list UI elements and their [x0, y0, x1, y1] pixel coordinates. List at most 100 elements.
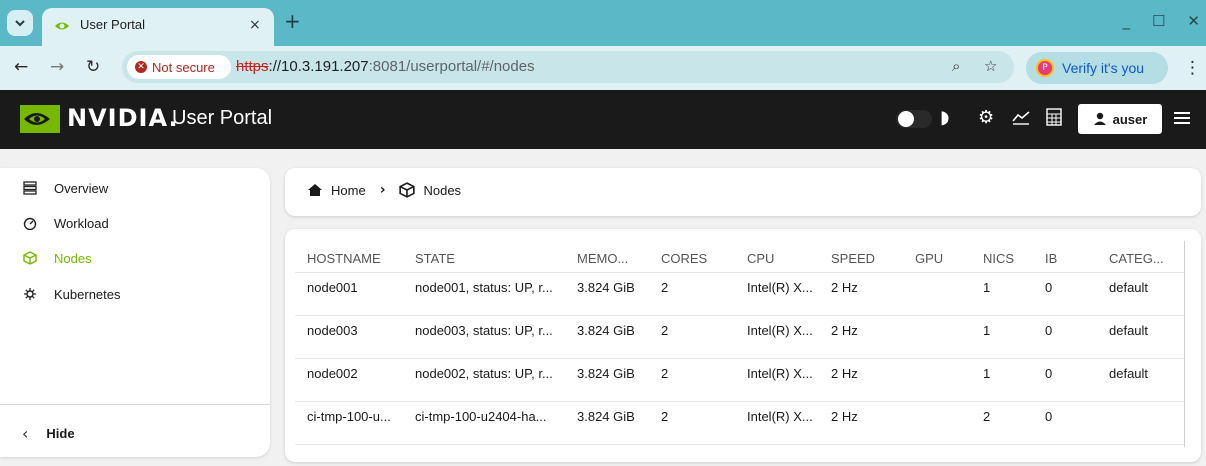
security-label: Not secure — [152, 59, 215, 75]
cell-state: node002, status: UP, r... — [415, 366, 553, 381]
column-header-cores[interactable]: CORES — [661, 251, 707, 266]
cell-speed: 2 Hz — [831, 409, 858, 424]
column-header-hostname[interactable]: HOSTNAME — [307, 251, 381, 266]
reload-icon[interactable]: ↻ — [86, 58, 100, 76]
sidebar-item-kubernetes[interactable]: Kubernetes — [22, 284, 121, 304]
cell-cpu: Intel(R) X... — [747, 409, 813, 424]
column-header-ib[interactable]: IB — [1045, 251, 1057, 266]
sidebar-item-workload[interactable]: Workload — [22, 213, 109, 233]
url-text[interactable]: https://10.3.191.207:8081/userportal/#/n… — [236, 58, 535, 75]
cell-cpu: Intel(R) X... — [747, 280, 813, 295]
cell-speed: 2 Hz — [831, 366, 858, 381]
cell-nics: 1 — [983, 280, 991, 295]
cell-speed: 2 Hz — [831, 280, 858, 295]
chevron-right-icon: › — [379, 182, 386, 198]
close-window-icon[interactable]: ✕ — [1187, 12, 1200, 30]
moon-icon: ◗ — [940, 107, 950, 128]
cell-nics: 1 — [983, 323, 991, 338]
sidebar-item-label: Nodes — [54, 250, 92, 266]
cell-nics: 1 — [983, 366, 991, 381]
monitoring-chart-icon[interactable] — [1012, 108, 1030, 131]
cell-category: default — [1109, 280, 1149, 295]
column-header-nics[interactable]: NICS — [983, 251, 1014, 266]
cell-category: default — [1109, 323, 1149, 338]
tab-close-icon[interactable]: × — [249, 17, 261, 33]
sidebar: Overview Workload Nodes Kubernetes ‹ Hid… — [0, 168, 270, 457]
sidebar-item-nodes[interactable]: Nodes — [22, 248, 92, 268]
home-icon[interactable] — [307, 183, 323, 197]
cell-hostname: ci-tmp-100-u... — [307, 409, 391, 424]
breadcrumb-current: Nodes — [423, 182, 462, 198]
tab-search-button[interactable] — [7, 10, 33, 36]
table-header-row: HOSTNAME STATE MEMO... CORES CPU SPEED G… — [295, 241, 1185, 273]
table-row[interactable]: ci-tmp-100-u... ci-tmp-100-u2404-ha... 3… — [295, 402, 1185, 445]
tab-title: User Portal — [80, 17, 146, 32]
nodes-table: HOSTNAME STATE MEMO... CORES CPU SPEED G… — [295, 241, 1185, 445]
kubernetes-icon — [22, 286, 38, 302]
chevron-left-icon: ‹ — [22, 424, 29, 443]
minimize-icon[interactable]: _ — [1122, 12, 1130, 30]
nvidia-favicon-icon — [55, 22, 69, 30]
column-header-cpu[interactable]: CPU — [747, 251, 774, 266]
username-label: auser — [1112, 111, 1148, 127]
workload-icon — [22, 215, 38, 231]
calculator-icon[interactable] — [1046, 108, 1062, 131]
cell-cpu: Intel(R) X... — [747, 366, 813, 381]
browser-tab[interactable]: User Portal × — [42, 8, 274, 46]
kubernetes-helm-icon[interactable]: ⚙ — [978, 108, 994, 128]
column-header-gpu[interactable]: GPU — [915, 251, 943, 266]
app-header: NVIDIA. User Portal ◗ ⚙ auser — [0, 90, 1206, 149]
cell-speed: 2 Hz — [831, 323, 858, 338]
verify-label: Verify it's you — [1062, 60, 1145, 76]
verify-profile-button[interactable]: P Verify it's you — [1026, 52, 1168, 84]
browser-toolbar: ← → ↻ ✕ Not secure https://10.3.191.207:… — [0, 46, 1206, 90]
browser-menu-icon[interactable]: ⋮ — [1184, 58, 1201, 78]
site-info-chip[interactable]: ✕ Not secure — [127, 55, 231, 79]
sidebar-item-label: Overview — [54, 180, 109, 196]
column-header-state[interactable]: STATE — [415, 251, 455, 266]
table-row[interactable]: node001 node001, status: UP, r... 3.824 … — [295, 273, 1185, 316]
cell-cores: 2 — [661, 409, 669, 424]
table-row[interactable]: node002 node002, status: UP, r... 3.824 … — [295, 359, 1185, 402]
cell-hostname: node001 — [307, 280, 358, 295]
sidebar-item-label: Kubernetes — [54, 286, 121, 302]
browser-tab-strip: User Portal × + _ ☐ ✕ — [0, 0, 1206, 46]
address-bar[interactable]: ✕ Not secure https://10.3.191.207:8081/u… — [122, 51, 1014, 83]
new-tab-button[interactable]: + — [284, 11, 301, 31]
table-row[interactable]: node003 node003, status: UP, r... 3.824 … — [295, 316, 1185, 359]
back-arrow-icon[interactable]: ← — [14, 58, 28, 76]
hide-sidebar-button[interactable]: ‹ Hide — [22, 424, 75, 443]
nvidia-logo-icon — [20, 105, 60, 133]
hide-label: Hide — [46, 426, 75, 441]
brand-wordmark: NVIDIA. — [67, 104, 179, 132]
breadcrumb: Home › Nodes — [285, 168, 1201, 216]
bookmark-star-icon[interactable]: ☆ — [984, 57, 997, 75]
user-menu-button[interactable]: auser — [1078, 104, 1162, 134]
breadcrumb-home[interactable]: Home — [331, 183, 366, 198]
cell-hostname: node003 — [307, 323, 358, 338]
table-scrollbar[interactable] — [1184, 241, 1185, 447]
column-header-category[interactable]: CATEG... — [1109, 251, 1164, 266]
cell-hostname: node002 — [307, 366, 358, 381]
nodes-icon — [22, 250, 38, 266]
forward-arrow-icon[interactable]: → — [50, 58, 64, 76]
cell-ib: 0 — [1045, 409, 1053, 424]
cell-cores: 2 — [661, 366, 669, 381]
theme-toggle[interactable] — [896, 110, 932, 128]
sidebar-item-overview[interactable]: Overview — [22, 178, 108, 198]
maximize-icon[interactable]: ☐ — [1152, 12, 1165, 30]
sidebar-item-label: Workload — [54, 215, 109, 231]
column-header-speed[interactable]: SPEED — [831, 251, 875, 266]
user-icon — [1093, 112, 1106, 125]
cell-memory: 3.824 GiB — [577, 409, 635, 424]
cell-ib: 0 — [1045, 323, 1053, 338]
cell-memory: 3.824 GiB — [577, 366, 635, 381]
zoom-icon[interactable]: ⌕ — [952, 57, 960, 75]
nodes-table-card: HOSTNAME STATE MEMO... CORES CPU SPEED G… — [285, 229, 1201, 462]
overview-icon — [22, 180, 38, 196]
column-header-memory[interactable]: MEMO... — [577, 251, 628, 266]
cell-nics: 2 — [983, 409, 991, 424]
cell-state: node001, status: UP, r... — [415, 280, 553, 295]
window-controls: _ ☐ ✕ — [1122, 12, 1200, 30]
hamburger-menu-icon[interactable] — [1172, 108, 1192, 128]
